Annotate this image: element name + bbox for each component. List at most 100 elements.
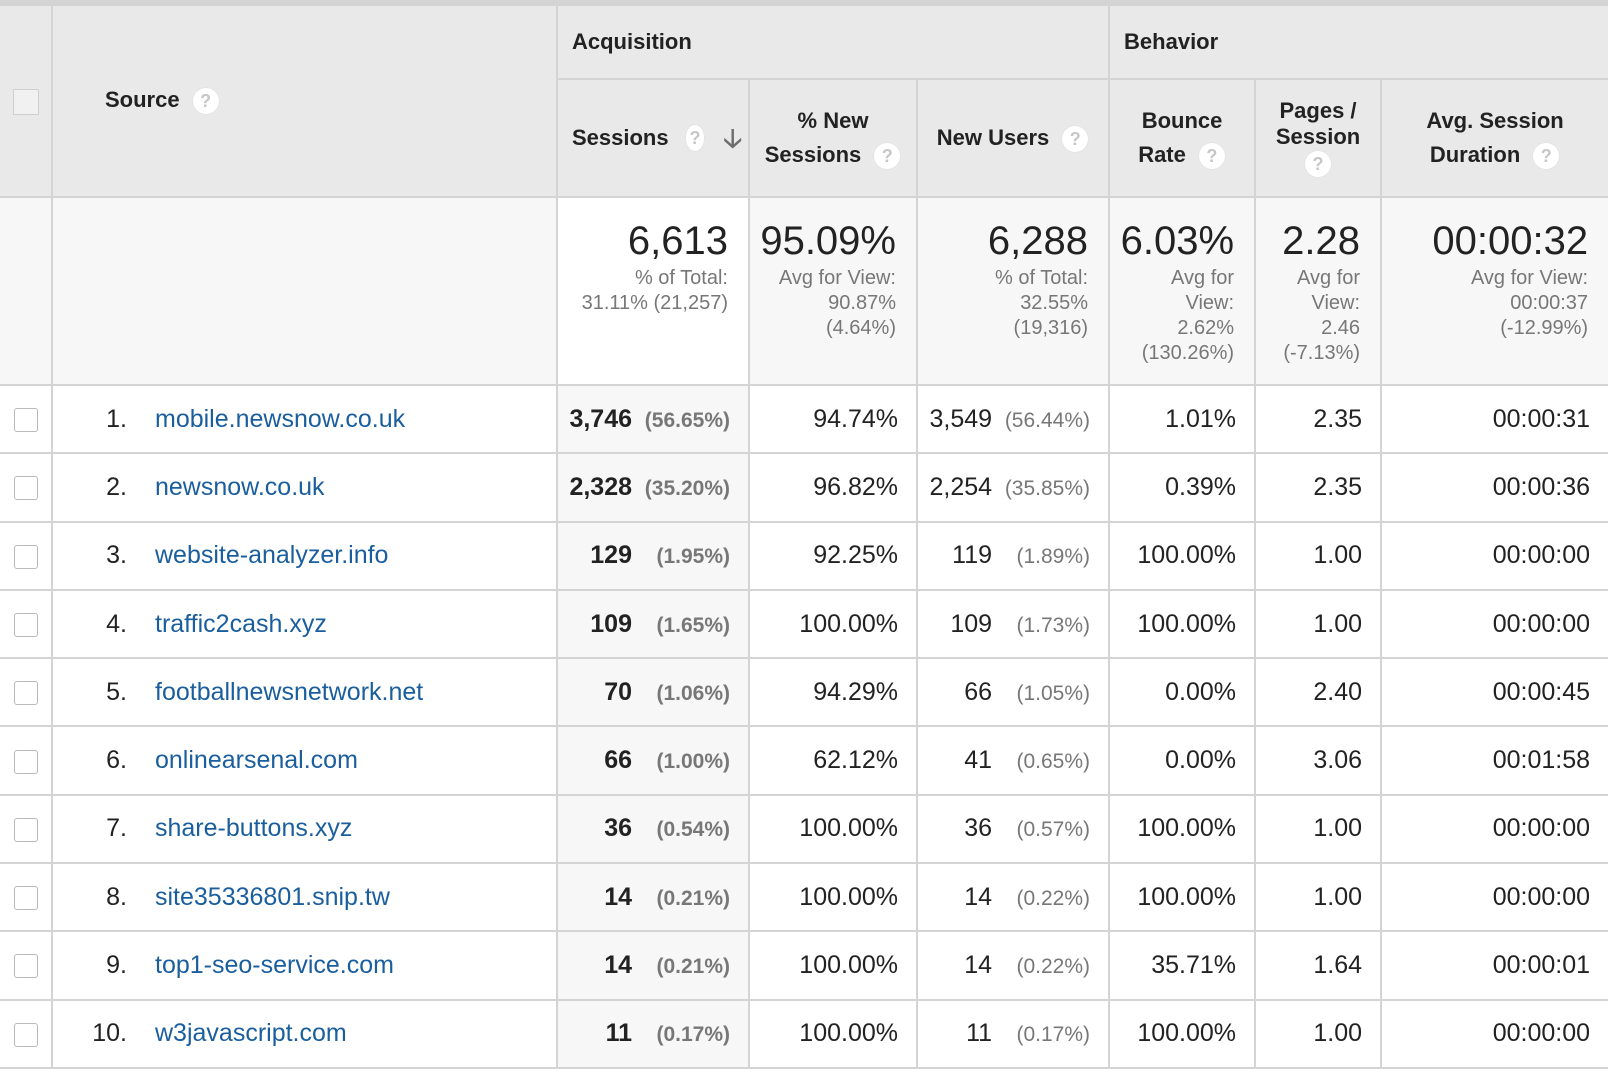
bounce-rate-cell: 100.00% [1108, 588, 1257, 660]
source-rows: 1. mobile.newsnow.co.uk 3,746 (56.65%) 94.… [0, 383, 1608, 1069]
row-select-cell [0, 383, 53, 455]
new-sessions-cell: 62.12% [748, 725, 918, 796]
row-select-cell [0, 725, 53, 796]
total-bounce-rate-line1: Avg for [1171, 267, 1235, 289]
select-all-checkbox[interactable] [12, 88, 39, 115]
row-checkbox[interactable] [13, 817, 38, 842]
new-sessions-cell: 100.00% [748, 793, 918, 865]
new-users-cell: 119 (1.89%) [915, 520, 1111, 591]
sessions-cell: 14 (0.21%) [556, 930, 750, 1001]
new-users-value: 66 [964, 677, 993, 706]
sessions-value: 109 [590, 609, 632, 638]
source-cell: 3. website-analyzer.info [51, 520, 558, 591]
pages-session-cell: 1.00 [1254, 793, 1383, 865]
sessions-header[interactable]: Sessions 🡣 [557, 78, 750, 198]
source-link[interactable]: newsnow.co.uk [155, 473, 325, 501]
table-row: 2. newsnow.co.uk 2,328 (35.20%) 96.82% 2,2… [0, 452, 1608, 523]
avg-session-duration-header-line1: Avg. Session [1426, 108, 1564, 133]
row-checkbox[interactable] [13, 1022, 38, 1047]
sessions-percent: (0.54%) [656, 818, 730, 842]
source-link[interactable]: traffic2cash.xyz [155, 610, 327, 638]
source-cell: 4. traffic2cash.xyz [51, 588, 558, 660]
row-checkbox[interactable] [13, 886, 38, 911]
total-bounce-rate-line3: 2.62% [1177, 317, 1235, 339]
avg-session-duration-cell: 00:00:00 [1380, 520, 1608, 591]
new-users-cell: 14 (0.22%) [915, 930, 1111, 1001]
new-users-cell: 3,549 (56.44%) [915, 383, 1111, 455]
help-icon[interactable] [1061, 125, 1090, 154]
source-link[interactable]: w3javascript.com [155, 1019, 347, 1047]
bounce-rate-cell: 35.71% [1108, 930, 1257, 1001]
new-users-value: 109 [950, 609, 993, 638]
row-checkbox[interactable] [13, 476, 38, 501]
row-checkbox[interactable] [13, 408, 38, 433]
analytics-report: Source Acquisition Behavior Sessions 🡣 %… [0, 0, 1608, 1090]
source-link[interactable]: onlinearsenal.com [155, 746, 358, 774]
pages-session-cell: 1.00 [1254, 520, 1383, 591]
total-pages-session-value: 2.28 [1282, 219, 1361, 263]
row-checkbox[interactable] [13, 544, 38, 569]
pages-session-header[interactable]: Pages / Session [1254, 78, 1383, 198]
total-duration-value: 00:00:32 [1432, 219, 1589, 263]
help-icon[interactable] [873, 142, 902, 171]
bounce-rate-header[interactable]: Bounce Rate [1108, 78, 1257, 198]
source-link[interactable]: top1-seo-service.com [155, 951, 394, 979]
new-sessions-header[interactable]: % New Sessions [748, 78, 918, 198]
bounce-rate-header-line2: Rate [1138, 142, 1186, 167]
bounce-rate-cell: 100.00% [1108, 862, 1257, 933]
total-duration-line2: 00:00:37 [1510, 292, 1589, 314]
sessions-cell: 11 (0.17%) [556, 998, 750, 1069]
row-index: 1. [106, 404, 127, 433]
source-cell: 5. footballnewsnetwork.net [51, 657, 558, 728]
avg-session-duration-cell: 00:01:58 [1380, 725, 1608, 796]
row-index: 3. [106, 541, 127, 570]
sort-arrow-down-icon[interactable]: 🡣 [723, 125, 742, 151]
row-select-cell [0, 452, 53, 523]
sessions-value: 11 [605, 1019, 632, 1048]
new-sessions-header-line1: % New [797, 108, 869, 133]
source-link[interactable]: footballnewsnetwork.net [155, 678, 423, 706]
sessions-value: 3,746 [569, 404, 632, 433]
help-icon[interactable] [1197, 142, 1226, 171]
new-users-value: 41 [964, 746, 993, 775]
avg-session-duration-header[interactable]: Avg. Session Duration [1380, 78, 1608, 198]
bounce-rate-cell: 0.00% [1108, 725, 1257, 796]
row-checkbox[interactable] [13, 681, 38, 706]
total-new-users-line2: 32.55% [1020, 292, 1089, 314]
help-icon[interactable] [1304, 150, 1333, 179]
new-users-percent: (0.17%) [1016, 1023, 1091, 1047]
source-cell: 10. w3javascript.com [51, 998, 558, 1069]
total-new-users-value: 6,288 [987, 219, 1089, 263]
sessions-percent: (1.95%) [656, 545, 730, 569]
row-checkbox[interactable] [13, 749, 38, 774]
total-new-sessions-line3: (4.64%) [825, 317, 896, 339]
source-header[interactable]: Source [51, 4, 558, 198]
bounce-rate-header-line1: Bounce [1141, 108, 1223, 133]
table-row: 5. footballnewsnetwork.net 70 (1.06%) 94.2… [0, 657, 1608, 728]
sessions-percent: (1.00%) [656, 750, 730, 774]
select-all-cell [0, 4, 53, 198]
source-link[interactable]: website-analyzer.info [155, 541, 388, 569]
sessions-header-label: Sessions [572, 125, 669, 150]
help-icon[interactable] [1532, 142, 1561, 171]
new-users-header-label: New Users [936, 125, 1050, 150]
sessions-cell: 3,746 (56.65%) [556, 383, 750, 455]
new-users-header[interactable]: New Users [915, 78, 1111, 198]
source-link[interactable]: share-buttons.xyz [155, 814, 352, 842]
table-row: 9. top1-seo-service.com 14 (0.21%) 100.00%… [0, 930, 1608, 1001]
new-users-value: 3,549 [929, 404, 993, 433]
source-link[interactable]: mobile.newsnow.co.uk [155, 405, 405, 433]
totals-source-cell [51, 196, 558, 386]
new-users-percent: (1.89%) [1016, 545, 1091, 569]
sessions-percent: (56.65%) [644, 408, 730, 432]
source-link[interactable]: site35336801.snip.tw [155, 883, 390, 911]
row-checkbox[interactable] [13, 612, 38, 637]
row-index: 4. [106, 609, 127, 638]
row-checkbox[interactable] [13, 954, 38, 979]
new-users-value: 119 [952, 541, 993, 570]
help-icon[interactable] [684, 124, 706, 152]
new-users-value: 14 [964, 882, 993, 911]
pages-session-cell: 1.00 [1254, 588, 1383, 660]
new-users-percent: (0.57%) [1016, 818, 1091, 842]
help-icon[interactable] [191, 87, 220, 116]
